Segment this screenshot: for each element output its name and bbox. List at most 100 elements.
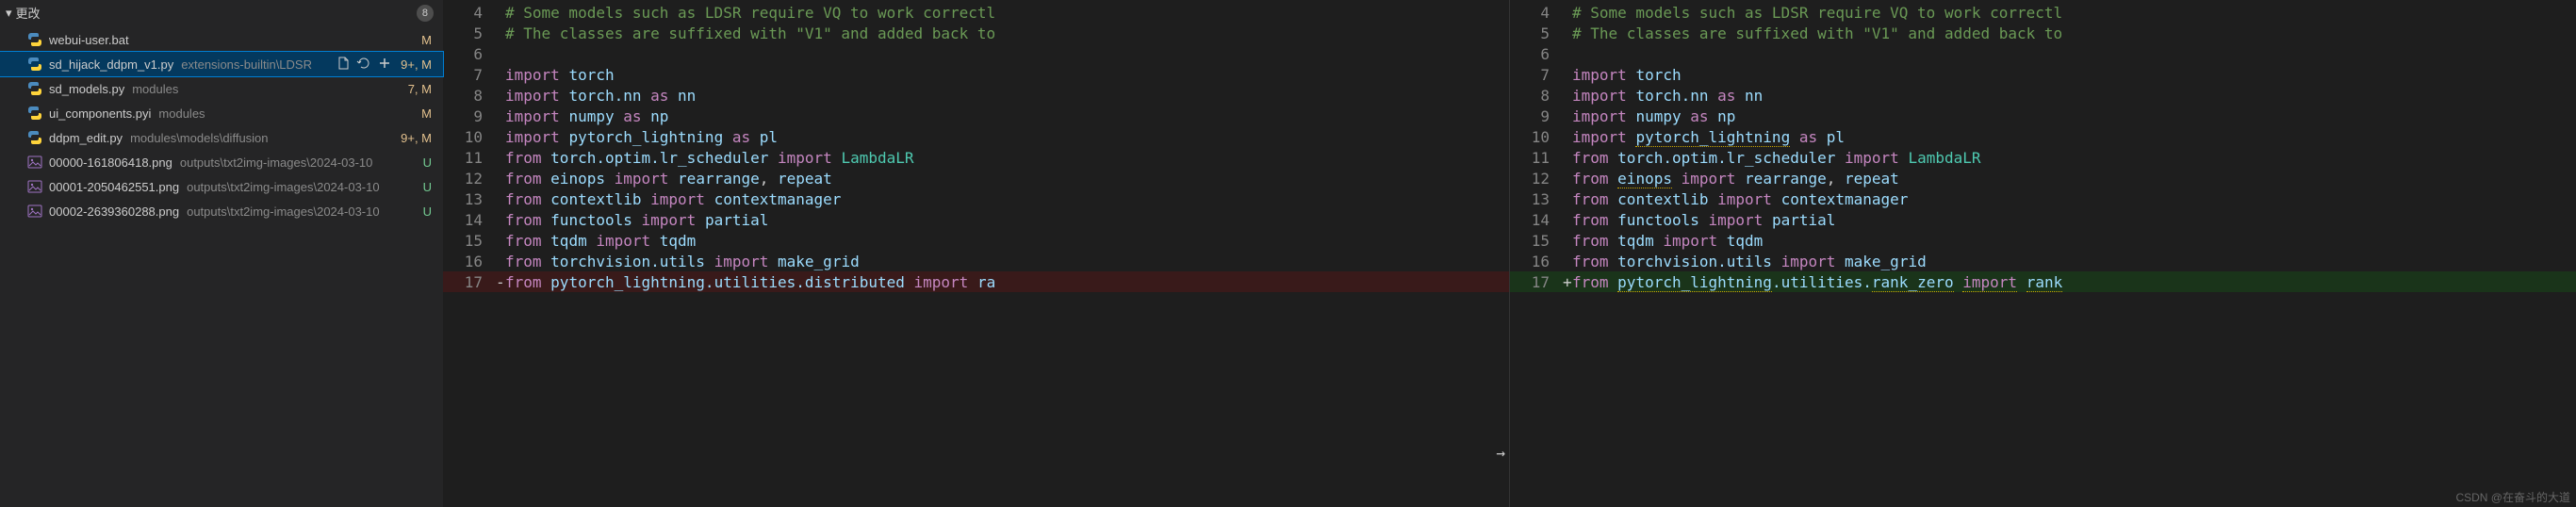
code-line[interactable]: 8import torch.nn as nn [443,85,1509,106]
code-content: from functools import partial [1572,211,2576,229]
line-number: 9 [443,107,496,125]
code-content: from torch.optim.lr_scheduler import Lam… [505,149,1509,167]
code-line[interactable]: 15from tqdm import tqdm [443,230,1509,251]
line-number: 6 [1510,45,1563,63]
line-number: 14 [1510,211,1563,229]
code-line[interactable]: 4# Some models such as LDSR require VQ t… [443,2,1509,23]
discard-changes-icon[interactable] [356,56,371,74]
code-content: import torch.nn as nn [1572,87,2576,105]
line-number: 16 [443,253,496,270]
code-content: from einops import rearrange, repeat [1572,170,2576,188]
file-name: webui-user.bat [49,33,129,47]
section-title: 更改 [16,4,417,22]
file-row[interactable]: 00001-2050462551.png outputs\txt2img-imag… [0,174,443,199]
next-diff-arrow-icon[interactable]: → [1496,444,1505,462]
python-file-icon [26,106,43,121]
git-status-badge: U [392,155,434,170]
code-content: import torch [1572,66,2576,84]
code-line[interactable]: 13from contextlib import contextmanager [1510,188,2576,209]
code-content: import torch [505,66,1509,84]
code-content: from einops import rearrange, repeat [505,170,1509,188]
code-line[interactable]: 7 import torch [1510,64,2576,85]
python-file-icon [26,81,43,96]
line-number: 16 [1510,253,1563,270]
code-line[interactable]: 4# Some models such as LDSR require VQ t… [1510,2,2576,23]
stage-changes-icon[interactable] [377,56,392,74]
line-number: 11 [443,149,496,167]
code-line[interactable]: 16 from torchvision.utils import make_gri… [1510,251,2576,271]
code-line[interactable]: 16 from torchvision.utils import make_gri… [443,251,1509,271]
file-row[interactable]: 00002-2639360288.pngoutputs\txt2img-imag… [0,199,443,223]
code-content: from pytorch_lightning.utilities.distrib… [505,273,1509,291]
code-line[interactable]: 6 [1510,43,2576,64]
file-name: 00001-2050462551.png [49,180,179,194]
line-number: 4 [1510,4,1563,22]
line-number: 17 [443,273,496,291]
diff-original-pane[interactable]: 4# Some models such as LDSR require VQ t… [443,0,1509,507]
file-row[interactable]: sd_hijack_ddpm_v1.pyextensions-builtin\L… [0,52,443,76]
image-file-icon [26,179,43,194]
code-line[interactable]: 10import pytorch_lightning as pl [443,126,1509,147]
file-path: outputs\txt2img-images\2024-03-10 [187,204,392,219]
file-row[interactable]: ui_components.pyimodulesM [0,101,443,125]
code-line[interactable]: 17-from pytorch_lightning.utilities.dist… [443,271,1509,292]
file-name: 00000-161806418.png [49,155,172,170]
line-number: 8 [1510,87,1563,105]
file-path: outputs\txt2img-images\2024-03-10 [187,180,392,194]
git-status-badge: 9+, M [392,131,434,145]
code-line[interactable]: 11from torch.optim.lr_scheduler import L… [1510,147,2576,168]
line-number: 12 [1510,170,1563,188]
watermark-text: CSDN @在奋斗的大道 [2455,489,2570,505]
python-file-icon [26,130,43,145]
line-number: 15 [1510,232,1563,250]
code-line[interactable]: 6 [443,43,1509,64]
code-line[interactable]: 14from functools import partial [443,209,1509,230]
code-line[interactable]: 12from einops import rearrange, repeat [443,168,1509,188]
git-status-badge: 9+, M [392,57,434,72]
chevron-down-icon: ▾ [6,6,12,21]
git-status-badge: M [392,33,434,47]
changes-section-header[interactable]: ▾ 更改 8 [0,0,443,27]
diff-modified-pane[interactable]: 4# Some models such as LDSR require VQ t… [1509,0,2576,507]
file-row-actions [336,56,392,74]
file-row[interactable]: ddpm_edit.pymodules\models\diffusion9+, … [0,125,443,150]
file-row[interactable]: 00000-161806418.pngoutputs\txt2img-image… [0,150,443,174]
code-line[interactable]: 15 from tqdm import tqdm [1510,230,2576,251]
code-content: from torch.optim.lr_scheduler import Lam… [1572,149,2576,167]
code-content: from contextlib import contextmanager [505,190,1509,208]
code-line[interactable]: 14 from functools import partial [1510,209,2576,230]
line-number: 7 [1510,66,1563,84]
code-line[interactable]: 8 import torch.nn as nn [1510,85,2576,106]
git-status-badge: U [392,180,434,194]
file-row[interactable]: sd_models.pymodules7, M [0,76,443,101]
git-status-badge: U [392,204,434,219]
file-path: modules [132,82,392,96]
code-line[interactable]: 12 from einops import rearrange, repeat [1510,168,2576,188]
line-number: 17 [1510,273,1563,291]
file-row[interactable]: webui-user.bat M [0,27,443,52]
code-content: from torchvision.utils import make_grid [1572,253,2576,270]
code-line[interactable]: 5# The classes are suffixed with "V1" an… [443,23,1509,43]
open-file-icon[interactable] [336,56,351,74]
code-line[interactable]: 17+from pytorch_lightning.utilities.rank… [1510,271,2576,292]
code-line[interactable]: 9import numpy as np [1510,106,2576,126]
code-line[interactable]: 13from contextlib import contextmanager [443,188,1509,209]
code-line[interactable]: 5# The classes are suffixed with "V1" an… [1510,23,2576,43]
code-content: from torchvision.utils import make_grid [505,253,1509,270]
code-content: from pytorch_lightning.utilities.rank_ze… [1572,273,2576,291]
code-content: from tqdm import tqdm [505,232,1509,250]
line-number: 10 [443,128,496,146]
file-name: ddpm_edit.py [49,131,123,145]
code-content: # The classes are suffixed with "V1" and… [505,25,1509,42]
code-line[interactable]: 11 from torch.optim.lr_scheduler import L… [443,147,1509,168]
code-content: # The classes are suffixed with "V1" and… [1572,25,2576,42]
code-line[interactable]: 7import torch [443,64,1509,85]
line-number: 4 [443,4,496,22]
code-content: import numpy as np [505,107,1509,125]
code-content: import torch.nn as nn [505,87,1509,105]
code-line[interactable]: 10import pytorch_lightning as pl [1510,126,2576,147]
code-content: from tqdm import tqdm [1572,232,2576,250]
code-line[interactable]: 9 import numpy as np [443,106,1509,126]
file-path: modules [158,106,392,121]
git-status-badge: M [392,106,434,121]
